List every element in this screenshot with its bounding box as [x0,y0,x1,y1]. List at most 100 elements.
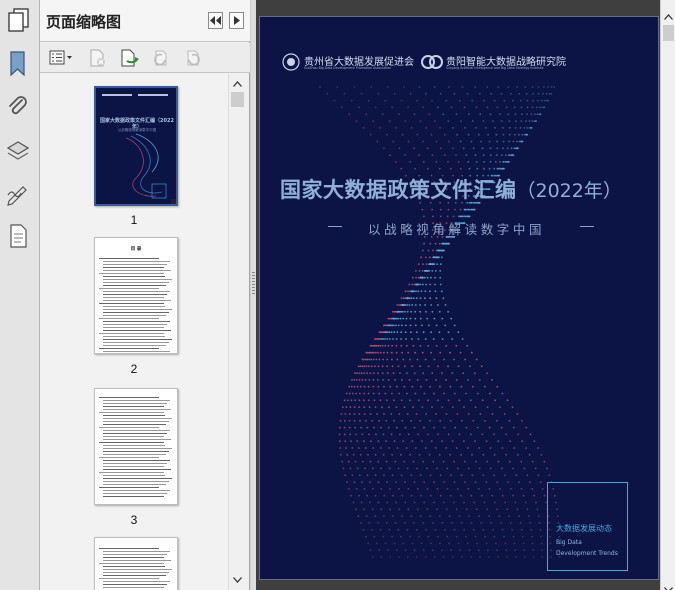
wave-dot [411,283,414,286]
thumb-resize-handle[interactable] [171,199,176,204]
wave-dot [468,549,471,552]
wave-dot [367,453,369,456]
wave-dot [348,419,351,422]
wave-dot [369,460,372,463]
wave-dot [519,140,522,143]
wave-dot [349,406,352,408]
wave-dot [414,167,416,170]
wave-dot [375,433,377,436]
wave-dot [344,440,347,443]
wave-dot [424,338,427,340]
attachment-icon[interactable] [4,93,32,121]
wave-dot [355,488,358,490]
wave-dot [447,331,450,334]
wave-dot [358,413,361,415]
scroll-thumb[interactable] [231,92,244,107]
wave-dot [372,447,375,449]
wave-dot [476,392,479,395]
wave-dot [453,460,455,463]
thumb-text-line [103,345,166,346]
content-icon[interactable] [4,222,32,250]
wave-dot [401,310,404,313]
wave-dot [491,413,494,415]
wave-dot [521,440,524,443]
wave-dot [443,133,446,136]
wave-dot [437,365,439,368]
wave-dot [494,399,496,402]
wave-dot [497,556,499,558]
thumb-text-line [99,548,159,549]
cover-title: 国家大数据政策文件汇编（2022年） [280,174,650,204]
wave-dot [500,522,502,524]
thumb-text-line [103,566,165,567]
wave-dot [433,86,436,88]
thumb-text-line [103,481,169,482]
rotate-page-button[interactable] [119,48,141,68]
collapse-panel-button[interactable] [208,12,223,29]
thumbnail-page-4[interactable] [94,537,178,590]
wave-dot [353,481,356,483]
wave-dot [384,344,387,347]
wave-dot [463,501,465,504]
wave-dot [501,528,504,531]
wave-dot [380,508,383,511]
signature-icon[interactable] [4,180,32,208]
wave-dot [415,297,418,300]
wave-dot [348,413,351,415]
wave-dot [510,147,513,150]
bookmark-icon[interactable] [4,50,32,78]
wave-dot [396,447,399,449]
wave-dot [400,338,402,340]
delete-page-button[interactable] [87,48,109,68]
thumb-text-line [103,439,171,440]
pages-panel-icon[interactable] [5,6,33,34]
wave-dot [351,474,354,477]
redo-rotate-button[interactable] [182,48,204,68]
layers-icon[interactable] [4,137,32,165]
wave-dot [476,542,479,545]
thumbnail-scrollbar[interactable] [228,74,245,590]
wave-dot [419,297,422,300]
trends-box-title: 大数据发展动态 [556,524,612,533]
wave-dot [409,453,411,456]
thumbnail-page-2[interactable]: 目 录 [94,237,178,354]
wave-dot [340,453,342,456]
wave-dot [347,460,350,463]
wave-dot [518,133,520,136]
wave-dot [489,154,492,157]
splitter-grip[interactable] [252,272,255,294]
wave-dot [368,365,370,368]
scroll-up-button[interactable] [229,76,245,92]
thumb-text-line [103,300,171,301]
doc-scroll-down-button[interactable] [664,578,673,590]
doc-scroll-up-button[interactable] [664,5,673,24]
wave-dot [348,426,351,429]
thumb-text-line [103,279,172,280]
wave-dot [343,426,346,429]
document-scrollbar[interactable] [660,0,675,590]
wave-dot [364,379,367,381]
options-menu-button[interactable] [48,48,74,68]
scroll-down-button[interactable] [229,572,245,588]
wave-dot [350,440,352,443]
undo-rotate-button[interactable] [150,48,172,68]
wave-dot [343,433,346,436]
wave-dot [348,488,350,490]
wave-dot [535,501,537,504]
wave-dot [459,215,461,218]
wave-dot [449,494,452,497]
wave-dot [422,460,425,463]
wave-dot [439,263,442,265]
wave-dot [437,399,439,402]
thumbnail-page-1[interactable]: 国家大数据政策文件汇编（2022年） 以战略视角解读数字中国 [94,86,178,206]
doc-scroll-thumb[interactable] [663,25,674,41]
expand-panel-button[interactable] [229,12,244,29]
wave-dot [505,453,508,456]
wave-dot [447,208,450,211]
wave-dot [386,365,389,368]
wave-dot [439,270,442,272]
thumbnail-page-3[interactable] [94,388,178,505]
wave-dot [471,99,474,102]
wave-dot [423,392,426,395]
wave-dot [531,86,534,88]
